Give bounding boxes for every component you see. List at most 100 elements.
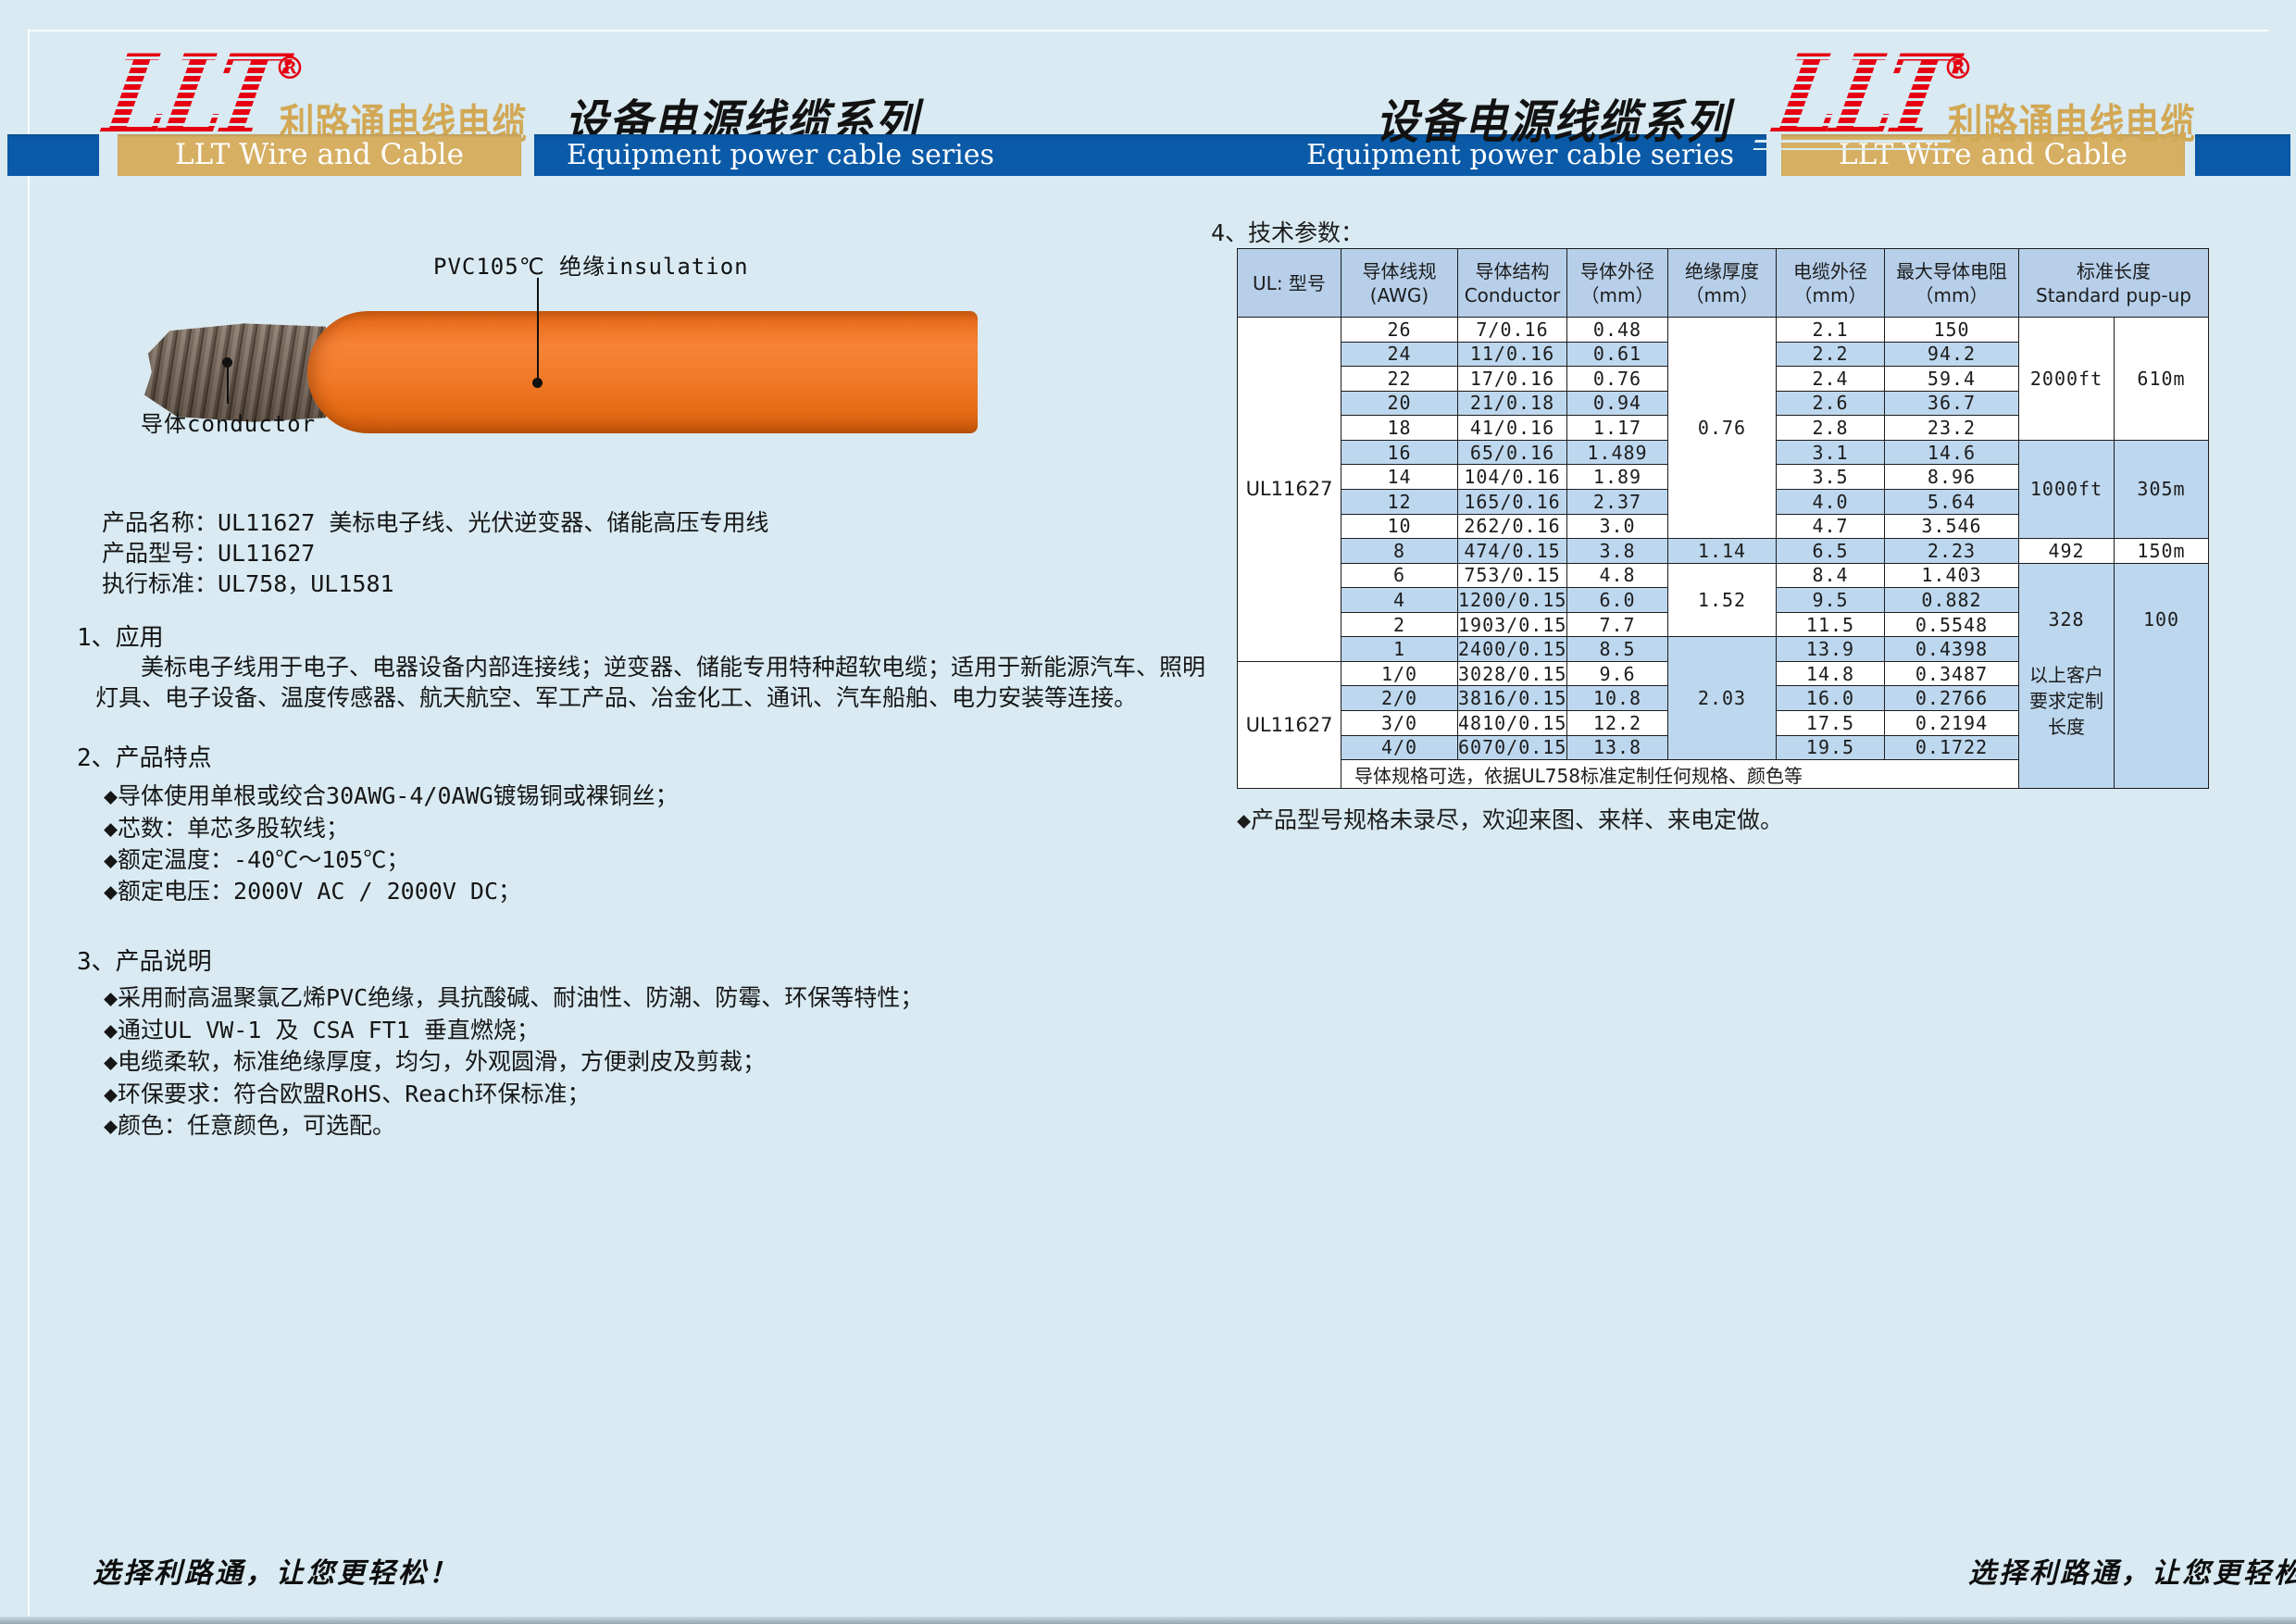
conductor-leader-line: [227, 365, 229, 404]
spec-resistance-cell: 0.2194: [1885, 711, 2019, 736]
description-bullet: ◆通过UL VW-1 及 CSA FT1 垂直燃烧；: [104, 1012, 540, 1045]
spec-col-header: 导体线规(AWG): [1341, 249, 1458, 318]
spec-awg-cell: 12: [1341, 489, 1458, 514]
catalog-page: { "colors": { "accent_red": "#e60012", "…: [0, 0, 2296, 1624]
feature-bullet: ◆额定电压：2000V AC / 2000V DC；: [104, 873, 521, 906]
spec-cable-od-cell: 2.1: [1777, 318, 1885, 343]
spec-length-m-cell: 305m: [2115, 440, 2209, 538]
application-body-line1: 美标电子线用于电子、电器设备内部连接线；逆变器、储能专用特种超软电缆；适用于新能…: [141, 652, 1205, 682]
spec-resistance-cell: 8.96: [1885, 465, 2019, 490]
spec-conductor-cell: 21/0.18: [1458, 391, 1567, 416]
spec-length-ft-cell: 2000ft: [2019, 318, 2115, 441]
spec-awg-cell: 16: [1341, 440, 1458, 465]
product-model-line: 产品型号：UL11627: [102, 538, 768, 568]
spec-conductor-cell: 3816/0.15: [1458, 686, 1567, 711]
spec-resistance-cell: 1.403: [1885, 563, 2019, 588]
spec-model-cell: UL11627: [1238, 318, 1341, 662]
cable-insulation-body: [307, 311, 978, 433]
spec-col-header: 导体结构Conductor: [1458, 249, 1567, 318]
table-note-below: ◆产品型号规格未录尽，欢迎来图、来样、来电定做。: [1237, 802, 1783, 835]
spec-conductor-cell: 262/0.16: [1458, 514, 1567, 539]
spec-length-ft-cell: 1000ft: [2019, 440, 2115, 538]
spec-length-ft-cell: 492: [2019, 539, 2115, 564]
spec-table-container: UL: 型号导体线规(AWG)导体结构Conductor导体外径（mm）绝缘厚度…: [1237, 248, 2209, 789]
spec-awg-cell: 4: [1341, 588, 1458, 613]
spec-od-cell: 0.76: [1567, 367, 1668, 392]
spec-length-m-cell: 610m: [2115, 318, 2209, 441]
page-bottom-edge: [0, 1617, 2296, 1624]
product-name-line: 产品名称：UL11627 美标电子线、光伏逆变器、储能高压专用线: [102, 507, 768, 538]
spec-resistance-cell: 5.64: [1885, 489, 2019, 514]
spec-awg-cell: 2: [1341, 612, 1458, 637]
spec-od-cell: 0.61: [1567, 342, 1668, 367]
spec-resistance-cell: 0.4398: [1885, 637, 2019, 662]
spec-awg-cell: 3/0: [1341, 711, 1458, 736]
spec-resistance-cell: 3.546: [1885, 514, 2019, 539]
llt-logo-mark: LLT: [1768, 46, 1954, 146]
spec-table-head: UL: 型号导体线规(AWG)导体结构Conductor导体外径（mm）绝缘厚度…: [1238, 249, 2209, 318]
spec-od-cell: 0.48: [1567, 318, 1668, 343]
page-fold-vertical: [28, 30, 30, 1618]
section-description-title: 3、产品说明: [77, 943, 212, 977]
spec-conductor-cell: 2400/0.15: [1458, 637, 1567, 662]
spec-resistance-cell: 0.5548: [1885, 612, 2019, 637]
spec-col-header: 绝缘厚度（mm）: [1668, 249, 1777, 318]
feature-bullet: ◆额定温度：-40℃～105℃；: [104, 842, 409, 875]
spec-resistance-cell: 14.6: [1885, 440, 2019, 465]
spec-conductor-cell: 7/0.16: [1458, 318, 1567, 343]
spec-conductor-cell: 17/0.16: [1458, 367, 1567, 392]
spec-cable-od-cell: 16.0: [1777, 686, 1885, 711]
spec-od-cell: 8.5: [1567, 637, 1668, 662]
spec-cable-od-cell: 14.8: [1777, 661, 1885, 686]
spec-footer-note: 导体规格可选，依据UL758标准定制任何规格、颜色等: [1341, 760, 2019, 789]
spec-cable-od-cell: 19.5: [1777, 735, 1885, 760]
spec-resistance-cell: 0.3487: [1885, 661, 2019, 686]
spec-col-header: 标准长度Standard pup-up: [2019, 249, 2209, 318]
spec-conductor-cell: 1903/0.15: [1458, 612, 1567, 637]
registered-trademark-icon: ®: [274, 50, 306, 87]
spec-cable-od-cell: 8.4: [1777, 563, 1885, 588]
spec-od-cell: 1.89: [1567, 465, 1668, 490]
spec-conductor-cell: 3028/0.15: [1458, 661, 1567, 686]
spec-row: 8474/0.153.81.146.52.23492150m: [1238, 539, 2209, 564]
spec-conductor-cell: 474/0.15: [1458, 539, 1567, 564]
spec-row: UL11627267/0.160.480.762.11502000ft610m: [1238, 318, 2209, 343]
application-body-line2: 灯具、电子设备、温度传感器、航天航空、军工产品、冶金化工、通讯、汽车船舶、电力安…: [95, 682, 1137, 713]
spec-awg-cell: 14: [1341, 465, 1458, 490]
tech-params-title: 4、技术参数：: [1211, 215, 1364, 248]
banner-gold-left: LLT Wire and Cable: [118, 134, 521, 176]
spec-conductor-cell: 4810/0.15: [1458, 711, 1567, 736]
spec-awg-cell: 8: [1341, 539, 1458, 564]
spec-od-cell: 12.2: [1567, 711, 1668, 736]
llt-logo-mark: LLT: [98, 46, 284, 146]
spec-conductor-cell: 1200/0.15: [1458, 588, 1567, 613]
spec-insulation-cell: 1.14: [1668, 539, 1777, 564]
spec-od-cell: 1.489: [1567, 440, 1668, 465]
series-title-cn-right: 设备电源线缆系列: [1376, 85, 1730, 152]
spec-od-cell: 0.94: [1567, 391, 1668, 416]
spec-od-cell: 3.0: [1567, 514, 1668, 539]
spec-resistance-cell: 2.23: [1885, 539, 2019, 564]
spec-conductor-cell: 104/0.16: [1458, 465, 1567, 490]
spec-od-cell: 6.0: [1567, 588, 1668, 613]
feature-bullet: ◆芯数：单芯多股软线；: [104, 810, 349, 843]
registered-trademark-icon: ®: [1942, 50, 1974, 87]
footer-slogan-left: 选择利路通，让您更轻松！: [93, 1550, 459, 1591]
spec-resistance-cell: 0.882: [1885, 588, 2019, 613]
spec-resistance-cell: 59.4: [1885, 367, 2019, 392]
spec-conductor-cell: 165/0.16: [1458, 489, 1567, 514]
brand-name-cn-right: 利路通电线电缆: [1948, 91, 2196, 150]
spec-awg-cell: 6: [1341, 563, 1458, 588]
spec-od-cell: 2.37: [1567, 489, 1668, 514]
spec-conductor-cell: 11/0.16: [1458, 342, 1567, 367]
feature-bullet: ◆导体使用单根或绞合30AWG-4/0AWG镀锡铜或裸铜丝；: [104, 778, 679, 811]
spec-cable-od-cell: 6.5: [1777, 539, 1885, 564]
description-bullet: ◆环保要求：符合欧盟RoHS、Reach环保标准；: [104, 1076, 591, 1109]
spec-col-header: 最大导体电阻（mm）: [1885, 249, 2019, 318]
spec-insulation-cell: 2.03: [1668, 637, 1777, 760]
spec-table-body: UL11627267/0.160.480.762.11502000ft610m2…: [1238, 318, 2209, 789]
spec-insulation-cell: 0.76: [1668, 318, 1777, 539]
spec-resistance-cell: 150: [1885, 318, 2019, 343]
spec-cable-od-cell: 2.6: [1777, 391, 1885, 416]
spec-cable-od-cell: 9.5: [1777, 588, 1885, 613]
